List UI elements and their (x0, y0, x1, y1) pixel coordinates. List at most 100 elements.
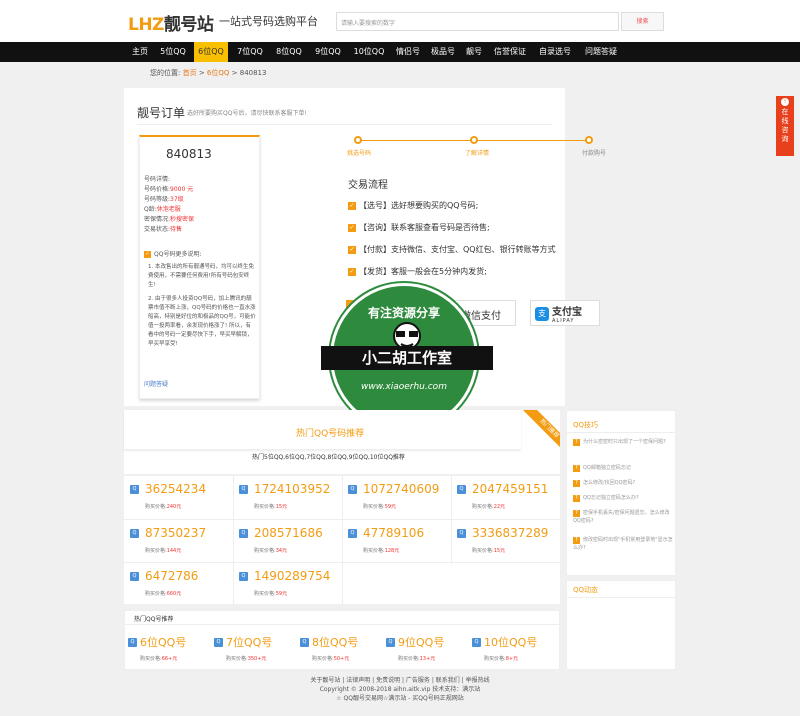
hot-number-cell[interactable]: Q 87350237 购买价格:144元 (124, 520, 232, 564)
question-icon: ? (573, 480, 580, 487)
tip-item[interactable]: ? 密保手机丢失/密保问题遗忘，怎么修改QQ密码? (573, 509, 673, 525)
hot-number-cell[interactable]: Q 2047459151 购买价格:22元 (451, 476, 559, 520)
hot-number-cell[interactable]: Q 1072740609 购买价格:59元 (342, 476, 450, 520)
recommend-cell[interactable]: Q 6位QQ号 购买价格:66+元 (126, 628, 212, 668)
qq-icon: Q (128, 638, 137, 647)
qq-icon: Q (300, 638, 309, 647)
nav-item-7qq[interactable]: 7位QQ (233, 42, 267, 62)
step-dot-2 (470, 136, 478, 144)
recommend-cell[interactable]: Q 8位QQ号 购买价格:50+元 (298, 628, 384, 668)
qq-icon: Q (239, 485, 248, 494)
nav-item-5qq[interactable]: 5位QQ (157, 42, 189, 62)
number-details: 号码详情: 号码价格:9000 元 号码等级:37级 Q龄:休泡老服 密保情况:… (144, 176, 195, 233)
online-consult-button[interactable]: ! 在线咨询 (776, 96, 794, 156)
hot-number-cell[interactable]: Q 208571686 购买价格:34元 (233, 520, 341, 564)
note-1: 1. 本改售出的所有靓通号码，均可以终生免费使用，不需要任何费用!所有号码包安终… (148, 264, 254, 288)
nav-item-premium[interactable]: 极品号 (428, 42, 458, 62)
note-2: 2. 由于很多人投资QQ号码，加上腾讯的靓票市值不断上涨，QQ号码的价格也一直水… (148, 296, 256, 347)
flow-item-1: ✓ 【选号】选好想要购买的QQ号码; (348, 201, 479, 210)
tip-item[interactable]: ? QQ邮箱独立密码忘记 (573, 464, 673, 472)
recommend-cell[interactable]: Q 9位QQ号 购买价格:13+元 (384, 628, 470, 668)
nav-item-self-pick[interactable]: 自录选号 (535, 42, 575, 62)
check-icon: ✓ (348, 223, 356, 232)
qq-icon: Q (348, 529, 357, 538)
search-input[interactable]: 请输入要搜索的数字 (336, 12, 619, 31)
site-logo[interactable]: LHZ靓号站 (128, 10, 214, 35)
qq-icon: Q (457, 485, 466, 494)
nav-item-trust[interactable]: 信誉保证 (490, 42, 530, 62)
question-icon: ? (573, 439, 580, 446)
flow-item-3: ✓ 【付款】支持微信、支付宝、QQ红包、银行转账等方式 (348, 245, 556, 254)
alipay-icon: 支 (535, 306, 549, 321)
breadcrumb-current: 840813 (239, 69, 267, 77)
footer-links[interactable]: 关于靓号站 | 法律声明 | 免责说明 | 广告服务 | 联系我们 | 举报热线 (0, 676, 800, 685)
search-button[interactable]: 搜索 (621, 12, 664, 31)
qq-icon: Q (472, 638, 481, 647)
note-title: ✓ QQ号码更多说明: (144, 251, 202, 258)
alipay: 支支付宝 ALIPAY (530, 300, 600, 326)
nav-item-8qq[interactable]: 8位QQ (272, 42, 306, 62)
nav-item-home[interactable]: 主页 (128, 42, 152, 62)
check-icon: ✓ (348, 245, 356, 254)
qq-icon: Q (239, 572, 248, 581)
tips-title: QQ技巧 (573, 421, 599, 429)
recommend-cell[interactable]: Q 7位QQ号 购买价格:350+元 (212, 628, 298, 668)
tip-item[interactable]: ? 修改密码时出现"手机常用登录地"显示怎么办? (573, 536, 673, 552)
hot-title: 热门QQ号码推荐 (296, 429, 365, 439)
hot-number-cell[interactable]: Q 36254234 购买价格:240元 (124, 476, 232, 520)
qq-icon: Q (214, 638, 223, 647)
hot-corner-ribbon: 热门推荐 (520, 410, 560, 450)
breadcrumb: 您的位置: 首页 > 6位QQ > 840813 (150, 69, 267, 77)
footer: 关于靓号站 | 法律声明 | 免责说明 | 广告服务 | 联系我们 | 举报热线… (0, 676, 800, 703)
hot-number-cell[interactable]: Q 47789106 购买价格:128元 (342, 520, 450, 564)
main-nav: 主页 5位QQ 6位QQ 7位QQ 8位QQ 9位QQ 10位QQ 情侣号 极品… (0, 42, 800, 62)
tip-item[interactable]: ? QQ忘记独立密码怎么办? (573, 494, 673, 502)
selected-number: 840813 (166, 147, 212, 161)
flow-item-4: ✓ 【发货】客服一般会在5分钟内发货; (348, 267, 487, 276)
step-label-3: 付款购号 (582, 150, 607, 157)
breadcrumb-category[interactable]: 6位QQ (207, 69, 229, 77)
order-subtitle: 选好所要购买QQ号后，请尽快联系客服下单! (187, 110, 307, 117)
security-value: 秒搜密保 (170, 216, 195, 223)
question-icon: ? (573, 465, 580, 472)
watermark-seal: 有注资源分享 小二胡工作室 www.xiaoerhu.com (321, 283, 493, 431)
qq-icon: Q (239, 529, 248, 538)
step-label-2: 了解详情 (465, 150, 490, 157)
online-icon: ! (781, 98, 789, 106)
nav-item-faq[interactable]: 问题答疑 (580, 42, 622, 62)
tip-item[interactable]: ? 为什么密密时只出现了一个密保问题? (573, 438, 673, 446)
nav-item-pretty[interactable]: 靓号 (463, 42, 485, 62)
hot-number-cell[interactable]: Q 1490289754 购买价格:59元 (233, 563, 341, 607)
price-value: 9000 元 (170, 186, 194, 193)
hot-number-cell[interactable]: Q 3336837289 购买价格:15元 (451, 520, 559, 564)
flow-item-2: ✓ 【咨询】联系客服查看号码是否待售; (348, 223, 490, 232)
footer-tagline: ☆ QQ靓号交易网☆满示站 - 买QQ号码正规网站 (336, 695, 464, 702)
check-icon: ✓ (348, 267, 356, 276)
nav-item-couple[interactable]: 情侣号 (393, 42, 423, 62)
status-value: 待售 (170, 226, 183, 233)
step-label-1: 挑选号码 (347, 150, 372, 157)
qq-icon: Q (457, 529, 466, 538)
question-icon: ? (573, 495, 580, 502)
check-icon: ✓ (348, 201, 356, 210)
nav-item-10qq[interactable]: 10位QQ (350, 42, 388, 62)
qq-icon: Q (130, 485, 139, 494)
qq-icon: Q (386, 638, 395, 647)
nav-item-6qq[interactable]: 6位QQ (194, 42, 228, 62)
step-dot-1 (354, 136, 362, 144)
question-icon: ? (573, 537, 580, 544)
qq-icon: Q (130, 572, 139, 581)
flow-title: 交易流程 (348, 180, 388, 191)
check-icon: ✓ (144, 251, 151, 258)
hot-number-cell[interactable]: Q 1724103952 购买价格:15元 (233, 476, 341, 520)
order-title: 靓号订单 (137, 106, 186, 120)
help-link[interactable]: 问题答疑 (144, 379, 168, 388)
recommend-title: 热门QQ号推荐 (134, 616, 174, 623)
news-title: QQ动态 (573, 586, 599, 594)
recommend-cell[interactable]: Q 10位QQ号 购买价格:8+元 (470, 628, 556, 668)
tip-item[interactable]: ? 怎么修改/找回QQ密码? (573, 479, 673, 487)
qq-icon: Q (348, 485, 357, 494)
nav-item-9qq[interactable]: 9位QQ (311, 42, 345, 62)
hot-number-cell[interactable]: Q 6472786 购买价格:660元 (124, 563, 232, 607)
breadcrumb-home[interactable]: 首页 (183, 69, 197, 77)
